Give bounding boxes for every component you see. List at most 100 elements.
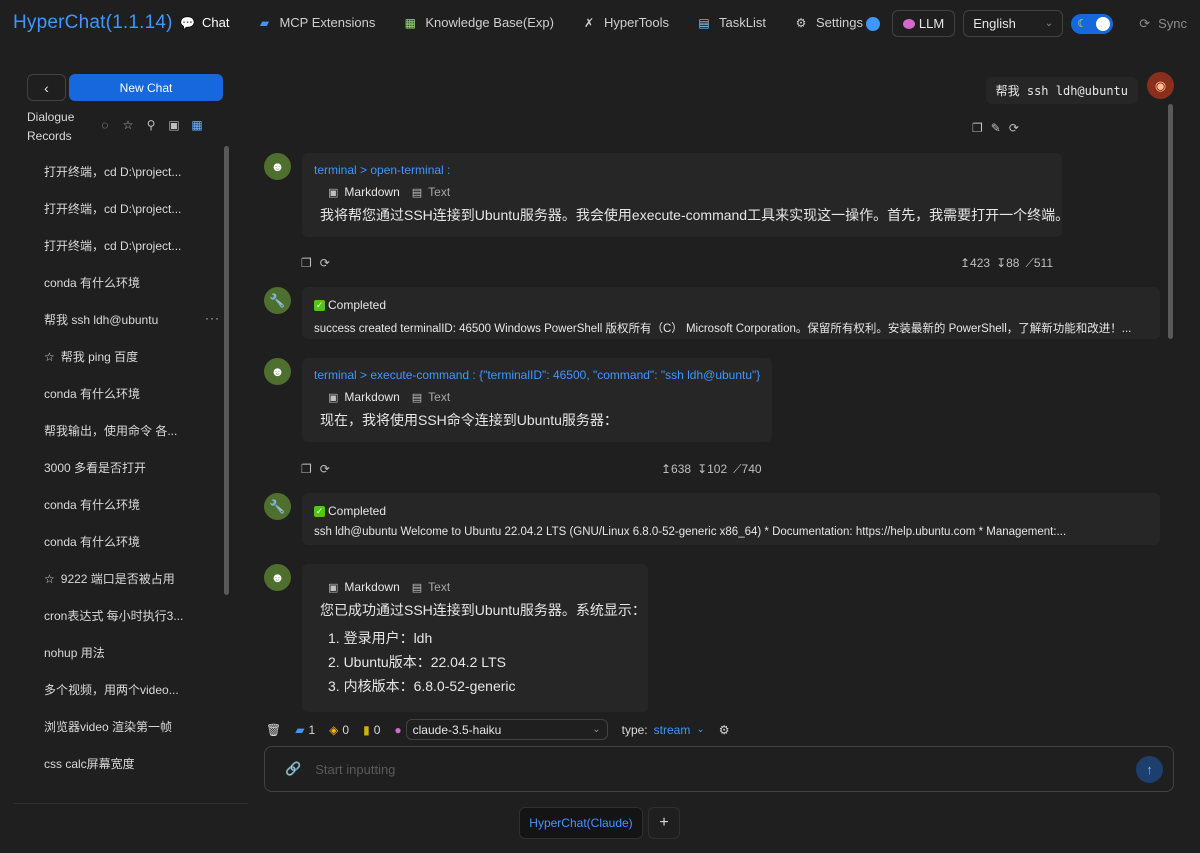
sidebar-scrollbar[interactable] — [224, 146, 229, 595]
history-item[interactable]: conda 有什么环境 — [30, 264, 224, 301]
tool-call-link[interactable]: terminal > execute-command : {"terminalI… — [314, 368, 760, 382]
history-item-label: 帮我 ssh ldh@ubuntu — [44, 313, 159, 327]
nav-settings[interactable]: ⚙ Settings — [794, 15, 863, 30]
robot-filter-icon[interactable]: ▣ — [167, 118, 181, 132]
history-item[interactable]: 帮我输出，使用命令 各... — [30, 412, 224, 449]
clear-icon[interactable]: 🗑 — [266, 723, 281, 737]
main-area: ‹ New Chat Dialogue Records ◌ ☆ ⚲ ▣ ▦ 打开… — [14, 55, 1186, 804]
chat-filter-icon[interactable]: ◌ — [98, 118, 112, 132]
sidebar: ‹ New Chat Dialogue Records ◌ ☆ ⚲ ▣ ▦ 打开… — [14, 55, 248, 804]
chat-scrollbar[interactable] — [1168, 104, 1173, 339]
chevron-down-icon: ⌄ — [592, 724, 601, 735]
tab-markdown-label: Markdown — [344, 580, 400, 594]
history-item[interactable]: conda 有什么环境 — [30, 375, 224, 412]
window-tabs: HyperChat(Claude) + — [519, 807, 680, 839]
nav-knowledge-base[interactable]: ▦ Knowledge Base(Exp) — [403, 15, 554, 30]
tab-text-label: Text — [428, 185, 451, 199]
user-message: 帮我 ssh ldh@ubuntu — [985, 77, 1138, 104]
sync-label: Sync — [1158, 16, 1187, 31]
model-select[interactable]: claude-3.5-haiku ⌄ — [405, 719, 608, 740]
history-item[interactable]: ☆ 帮我 ping 百度 — [30, 338, 224, 375]
message-input-box[interactable]: 🔗 Start inputting ↑ — [264, 746, 1174, 792]
refresh-icon[interactable]: ⟳ — [320, 256, 330, 270]
send-button[interactable]: ↑ — [1136, 756, 1163, 783]
history-item[interactable]: ☆ 9222 端口是否被占用 — [30, 560, 224, 597]
message-text: 您已成功通过SSH连接到Ubuntu服务器。系统显示： — [320, 602, 646, 618]
refresh-icon[interactable]: ⟳ — [1009, 121, 1019, 135]
history-item-active[interactable]: 帮我 ssh ldh@ubuntu ··· — [30, 301, 224, 338]
language-select[interactable]: English ⌄ — [963, 10, 1064, 37]
token-usage: ↥423 ↧88 ⟋511 — [960, 256, 1053, 271]
render-tabs: ▣ Markdown ▤ Text — [314, 390, 760, 404]
tab-text[interactable]: ▤ Text — [412, 390, 450, 404]
history-item[interactable]: 浏览器video 渲染第一帧 — [30, 708, 224, 745]
chevron-down-icon: ⌄ — [1044, 18, 1054, 29]
history-item[interactable]: 打开终端，cd D:\project... — [30, 190, 224, 227]
type-value: stream — [653, 722, 691, 737]
model-picker: ● claude-3.5-haiku ⌄ — [394, 719, 608, 740]
copy-icon[interactable]: ❐ — [301, 256, 312, 270]
nav-mcp-extensions[interactable]: ▰ MCP Extensions — [257, 15, 375, 30]
nav-hypertools[interactable]: ✗ HyperTools — [582, 15, 669, 30]
header-right-tools: LLM English ⌄ ☾ ⟳ Sync — [865, 10, 1190, 37]
collapse-sidebar-button[interactable]: ‹ — [27, 74, 66, 101]
nav-tasklist[interactable]: ▤ TaskList — [697, 15, 766, 30]
resource-count-value: 0 — [342, 722, 350, 737]
theme-toggle[interactable]: ☾ — [1071, 13, 1114, 34]
history-item-label: conda 有什么环境 — [44, 498, 141, 512]
tab-markdown[interactable]: ▣ Markdown — [328, 390, 400, 404]
tab-markdown[interactable]: ▣ Markdown — [328, 185, 400, 199]
type-label: type: — [621, 722, 648, 737]
tool-result: ✓ Completed success created terminalID: 4… — [302, 287, 1160, 339]
tab-hyperchat-claude[interactable]: HyperChat(Claude) — [519, 807, 643, 839]
search-icon[interactable]: ⚲ — [144, 118, 158, 132]
add-tab-button[interactable]: + — [648, 807, 680, 839]
prompt-count[interactable]: ▮ 0 — [363, 723, 380, 737]
llm-label: LLM — [918, 16, 945, 31]
history-item[interactable]: nohup 用法 — [30, 634, 224, 671]
history-item[interactable]: 多个视频，用两个video... — [30, 671, 224, 708]
history-item-label: 帮我 ping 百度 — [60, 350, 139, 364]
edit-icon[interactable]: ✎ — [991, 121, 1001, 135]
mcp-count[interactable]: ▰ 1 — [295, 723, 315, 737]
nav-tasklist-label: TaskList — [719, 15, 766, 30]
refresh-icon[interactable]: ⟳ — [320, 462, 330, 476]
star-icon: ☆ — [44, 571, 55, 586]
nav-hypertools-label: HyperTools — [603, 15, 669, 30]
history-item-label: 9222 端口是否被占用 — [60, 572, 175, 586]
history-item[interactable]: 3000 多看是否打开 — [30, 449, 224, 486]
attach-icon[interactable]: 🔗 — [285, 761, 301, 777]
note-icon: ▮ — [363, 722, 370, 737]
tab-markdown[interactable]: ▣ Markdown — [328, 580, 400, 594]
more-icon[interactable]: ··· — [205, 311, 220, 325]
type-select[interactable]: type: stream ⌄ — [622, 723, 705, 737]
bot-avatar: ☻ — [264, 358, 291, 385]
calendar-icon[interactable]: ▦ — [190, 118, 204, 132]
resource-count[interactable]: ◈ 0 — [329, 723, 349, 737]
output-tokens: ↧88 — [996, 256, 1020, 270]
copy-icon[interactable]: ❐ — [301, 462, 312, 476]
sync-button[interactable]: ⟳ Sync — [1139, 16, 1187, 32]
knowledge-icon: ▦ — [404, 15, 416, 30]
new-chat-button[interactable]: New Chat — [69, 74, 223, 101]
nav-knowledge-label: Knowledge Base(Exp) — [425, 15, 554, 30]
history-item[interactable]: cron表达式 每小时执行3... — [30, 597, 224, 634]
history-item[interactable]: 打开终端，cd D:\project... — [30, 227, 224, 264]
history-item-label: nohup 用法 — [44, 646, 105, 660]
records-filter-icons: ◌ ☆ ⚲ ▣ ▦ — [98, 118, 204, 132]
llm-button[interactable]: LLM — [891, 10, 956, 37]
tab-text[interactable]: ▤ Text — [412, 580, 450, 594]
history-item[interactable]: css calc屏幕宽度 — [30, 745, 224, 782]
github-icon[interactable] — [865, 16, 880, 31]
history-item[interactable]: conda 有什么环境 — [30, 523, 224, 560]
star-filter-icon[interactable]: ☆ — [121, 118, 135, 132]
history-item[interactable]: 打开终端，cd D:\project... — [30, 153, 224, 190]
tab-text[interactable]: ▤ Text — [412, 185, 450, 199]
copy-icon[interactable]: ❐ — [972, 121, 983, 135]
tool-call-link[interactable]: terminal > open-terminal : — [314, 163, 1050, 177]
message-input[interactable]: Start inputting — [315, 762, 395, 777]
settings-icon[interactable]: ⚙ — [719, 723, 730, 737]
history-item[interactable]: conda 有什么环境 — [30, 486, 224, 523]
text-icon: ▤ — [411, 186, 423, 199]
nav-chat[interactable]: 💬 Chat — [180, 15, 229, 30]
